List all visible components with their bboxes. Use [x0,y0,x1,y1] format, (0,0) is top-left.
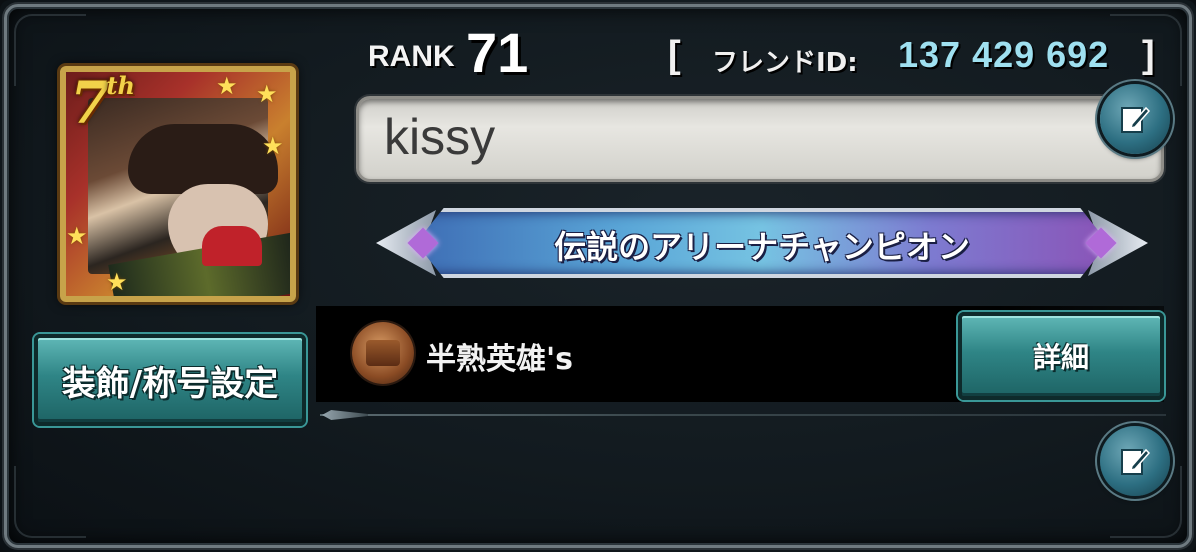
star-icon: ★ [66,222,88,250]
star-icon: ★ [262,132,284,160]
avatar-rank-badge: 7th [70,71,135,133]
star-icon: ★ [106,268,128,296]
guild-detail-label: 詳細 [1032,341,1089,374]
profile-panel: ★ ★ ★ ★ ★ 7th 装飾/称号設定 RANK 71 [ フレンドID: … [0,0,1196,552]
title-banner: 伝説のアリーナチャンピオン [376,200,1148,286]
badge-suffix: th [106,71,135,100]
edit-name-button[interactable] [1100,84,1170,154]
rank-label: RANK [368,40,455,73]
player-avatar[interactable]: ★ ★ ★ ★ ★ 7th [60,66,296,302]
edit-icon [1121,448,1151,475]
player-title: 伝説のアリーナチャンピオン [554,228,970,266]
player-name: kissy [384,109,496,165]
decoration-title-settings-label: 装飾/称号設定 [61,363,279,404]
edit-icon [1121,106,1151,133]
friend-id-value: 137 429 692 [898,34,1110,75]
section-divider [320,414,1166,416]
friend-id-bracket-open: [ [668,34,681,76]
decoration-title-settings-button[interactable]: 装飾/称号設定 [34,334,306,426]
badge-number: 7 [70,69,111,137]
guild-name: 半熟英雄's [426,342,574,377]
guild-emblem-icon [352,322,414,384]
star-icon: ★ [256,80,278,108]
portrait-ribbon [202,226,262,266]
star-icon: ★ [216,72,238,100]
rank-value: 71 [466,21,529,84]
friend-id-label: フレンドID: [712,48,858,78]
guild-detail-button[interactable]: 詳細 [958,312,1164,400]
edit-comment-button[interactable] [1100,426,1170,496]
corner-ornament [14,466,86,538]
friend-id-bracket-close: ] [1142,34,1155,76]
